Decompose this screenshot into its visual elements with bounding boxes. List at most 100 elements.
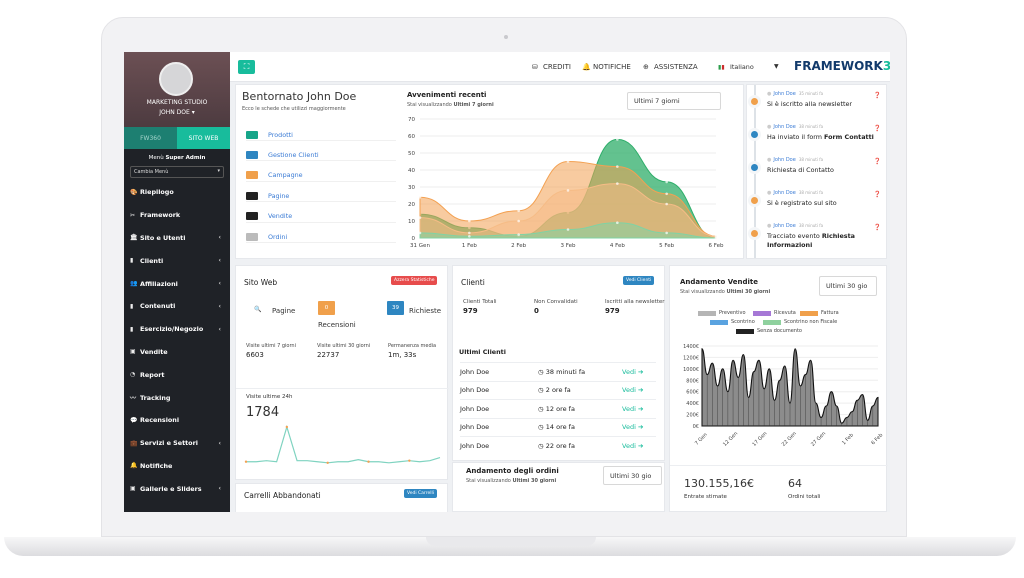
events-range-select[interactable]: Ultimi 7 giorni	[627, 92, 721, 110]
sidebar-item-vendite[interactable]: ▣ Vendite	[124, 341, 230, 364]
notification-item[interactable]: ● John Doe 38 minuti fa Ha inviato il form …	[767, 124, 877, 142]
avatar[interactable]	[159, 62, 193, 96]
chevron-down-icon[interactable]: ▼	[774, 63, 779, 70]
site-stat-value: 1m, 33s	[388, 351, 417, 359]
sidebar-item-tracking[interactable]: 〰 Tracking	[124, 386, 230, 409]
view-client-link[interactable]: Vedi ➔	[622, 405, 643, 413]
event-data-point[interactable]	[616, 165, 619, 168]
orders-sub-a: Stai visualizzando	[466, 478, 513, 484]
event-data-point[interactable]	[418, 195, 422, 199]
tab-sito-web[interactable]: SITO WEB	[177, 127, 230, 149]
user-icon: ●	[767, 223, 772, 229]
credits-link[interactable]: CREDITI	[543, 63, 571, 71]
tab-fw360[interactable]: FW360	[124, 127, 177, 149]
event-data-point[interactable]	[665, 231, 668, 235]
x-tick-label: 17 Gen	[751, 431, 768, 448]
user-menu[interactable]: JOHN DOE ▾	[124, 109, 230, 116]
quick-link-gestione-clienti[interactable]: Gestione Clienti	[246, 149, 396, 162]
notification-item[interactable]: ● John Doe 38 minuti fa Si è registrato sul…	[767, 190, 877, 208]
legend-item[interactable]: Fattura	[800, 310, 839, 316]
visits-24h-value: 1784	[246, 405, 280, 420]
sidebar-item-riepilogo[interactable]: 🎨 Riepilogo	[124, 181, 230, 204]
view-client-link[interactable]: Vedi ➔	[622, 423, 643, 431]
view-client-link[interactable]: Vedi ➔	[622, 368, 643, 376]
orders-subtitle: Stai visualizzando Ultimi 30 giorni	[466, 478, 556, 484]
sparkline-point[interactable]	[367, 460, 370, 463]
sidebar-item-clienti[interactable]: ▮ Clienti ‹	[124, 249, 230, 272]
notification-item[interactable]: ● John Doe 38 minuti fa Richiesta di Contat…	[767, 157, 877, 175]
support-link[interactable]: ASSISTENZA	[654, 63, 698, 71]
sidebar-item-label: Framework	[140, 211, 181, 220]
sidebar-item-esercizio-negozio[interactable]: ▮ Esercizio/Negozio ‹	[124, 318, 230, 341]
event-data-point[interactable]	[665, 180, 668, 184]
help-icon[interactable]: ❓	[874, 158, 881, 165]
notifications-link[interactable]: NOTIFICHE	[593, 63, 631, 71]
event-data-point[interactable]	[616, 182, 619, 185]
legend-item[interactable]: Preventivo	[698, 310, 746, 316]
event-data-point[interactable]	[468, 219, 471, 223]
welcome-subtitle: Ecco le schede che utilizzi maggiormente	[242, 106, 346, 112]
event-data-point[interactable]	[616, 221, 619, 224]
help-icon[interactable]: ❓	[874, 125, 881, 132]
event-data-point[interactable]	[714, 236, 718, 240]
sidebar-item-recensioni[interactable]: 💬 Recensioni	[124, 409, 230, 432]
sidebar-item-affiliazioni[interactable]: 👥 Affiliazioni ‹	[124, 272, 230, 295]
help-icon[interactable]: ❓	[874, 191, 881, 198]
orders-range-select[interactable]: Ultimi 30 gio	[603, 466, 662, 485]
sparkline-point[interactable]	[326, 461, 329, 464]
sidebar-item-framework[interactable]: ✂ Framework	[124, 204, 230, 227]
event-data-point[interactable]	[566, 189, 570, 192]
reset-stats-button[interactable]: Azzera Statistiche	[391, 276, 438, 285]
sparkline-point[interactable]	[408, 459, 411, 462]
sidebar-item-sito-e-utenti[interactable]: 🏛 Sito e Utenti ‹	[124, 227, 230, 250]
sales-sub-b: Ultimi 30 giorni	[726, 289, 771, 295]
help-icon[interactable]: ❓	[874, 224, 881, 231]
site-stat-label: Visite ultimi 30 giorni	[317, 343, 371, 349]
sparkline-point[interactable]	[285, 425, 289, 429]
sidebar-item-contenuti[interactable]: ▮ Contenuti ‹	[124, 295, 230, 318]
view-carts-button[interactable]: Vedi Carrelli	[404, 489, 437, 498]
expand-icon[interactable]: ⛶	[238, 60, 255, 74]
event-data-point[interactable]	[665, 202, 668, 206]
sidebar-item-servizi-e-settori[interactable]: 💼 Servizi e Settori ‹	[124, 432, 230, 455]
event-data-point[interactable]	[566, 160, 570, 163]
language-select[interactable]: Italiano	[730, 63, 754, 71]
view-client-link[interactable]: Vedi ➔	[622, 442, 643, 450]
event-data-point[interactable]	[517, 233, 520, 236]
event-data-point[interactable]	[665, 192, 668, 196]
event-data-point[interactable]	[468, 235, 471, 238]
sidebar-item-report[interactable]: ◔ Report	[124, 363, 230, 386]
event-data-point[interactable]	[468, 231, 471, 235]
sidebar-item-gallerie-e-sliders[interactable]: ▣ Gallerie e Sliders ‹	[124, 477, 230, 500]
sparkline-point[interactable]	[244, 460, 248, 463]
event-data-point[interactable]	[517, 209, 520, 213]
event-data-point[interactable]	[517, 219, 520, 223]
quick-link-prodotti[interactable]: Prodotti	[246, 129, 396, 141]
user-icon: ●	[767, 91, 772, 97]
quick-link-vendite[interactable]: Vendite	[246, 211, 396, 223]
view-client-link[interactable]: Vedi ➔	[622, 386, 643, 394]
view-client-label: Vedi	[622, 441, 636, 450]
event-data-point[interactable]	[418, 216, 422, 219]
sidebar-item-notifiche[interactable]: 🔔 Notifiche	[124, 455, 230, 478]
event-data-point[interactable]	[616, 138, 619, 141]
help-icon[interactable]: ❓	[874, 92, 881, 99]
quick-link-campagne[interactable]: Campagne	[246, 170, 396, 182]
event-data-point[interactable]	[566, 228, 570, 231]
notification-item[interactable]: ● John Doe 35 minuti fa Si è iscritto alla …	[767, 91, 877, 109]
view-clients-button[interactable]: Vedi Clienti	[623, 276, 655, 285]
client-name: John Doe	[460, 386, 490, 395]
topbar: ⛶ ⛁ CREDITI 🔔 NOTIFICHE ⊕ ASSISTENZA ▮▮ …	[230, 52, 890, 82]
orders-label: Ordini totali	[788, 494, 821, 500]
quick-link-ordini[interactable]: Ordini	[246, 231, 396, 243]
event-data-point[interactable]	[418, 231, 422, 235]
notification-item[interactable]: ● John Doe 38 minuti fa Tracciato evento Ri…	[767, 223, 877, 250]
legend-item[interactable]: Ricevuta	[753, 310, 796, 316]
legend-item[interactable]: Scontrino	[710, 319, 755, 325]
notification-time: 35 minuti fa	[798, 91, 824, 96]
legend-item[interactable]: Scontrino non Fiscale	[763, 319, 837, 325]
quick-link-pagine[interactable]: Pagine	[246, 190, 396, 203]
legend-item[interactable]: Senza documento	[736, 328, 802, 334]
sales-range-select[interactable]: Ultimi 30 gio	[819, 276, 877, 296]
change-menu-select[interactable]: Cambia Menù	[130, 166, 224, 178]
